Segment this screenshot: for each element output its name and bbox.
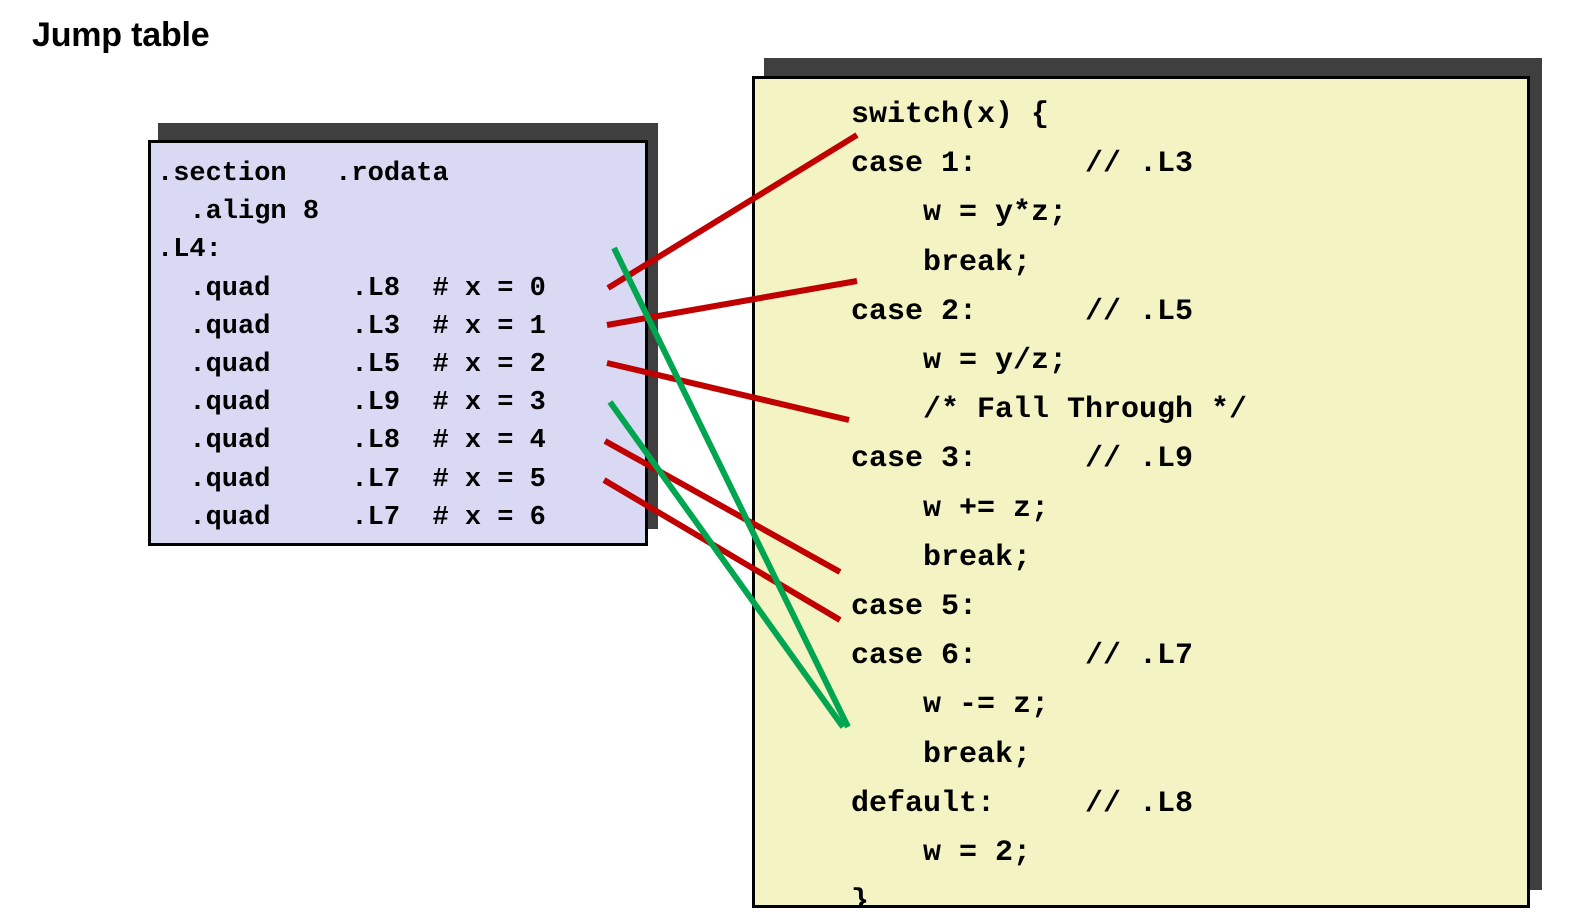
c-line: case 3: // .L9 (851, 442, 1194, 477)
asm-line: .quad .L7 # x = 6 (157, 502, 546, 533)
c-line: w += z; (851, 491, 1050, 526)
c-line: w = y*z; (851, 196, 1068, 231)
asm-line: .quad .L8 # x = 4 (157, 426, 546, 457)
page-title: Jump table (32, 16, 210, 54)
c-line: break; (851, 245, 1032, 280)
c-line: break; (851, 540, 1032, 575)
c-line: default: // .L8 (851, 786, 1194, 821)
c-line: } (851, 885, 870, 908)
c-line: w = y/z; (851, 344, 1068, 379)
c-line: switch(x) { (851, 98, 1050, 132)
asm-line: .quad .L8 # x = 0 (157, 273, 546, 304)
c-line: w -= z; (851, 688, 1050, 723)
slide-canvas: Jump table .section .rodata .align 8 .L4:… (0, 0, 1581, 916)
c-line: case 1: // .L3 (851, 147, 1194, 182)
c-line: case 5: (851, 590, 978, 625)
asm-line: .quad .L9 # x = 3 (157, 388, 546, 419)
asm-line: .quad .L5 # x = 2 (157, 350, 546, 381)
asm-line: .align 8 (157, 197, 320, 228)
c-line: case 6: // .L7 (851, 639, 1194, 674)
c-line: /* Fall Through */ (851, 393, 1248, 428)
asm-line: .quad .L7 # x = 5 (157, 464, 546, 495)
switch-source-box: switch(x) { case 1: // .L3 w = y*z; break… (752, 76, 1530, 908)
asm-line: .quad .L3 # x = 1 (157, 311, 546, 342)
asm-line: .L4: (157, 235, 222, 266)
asm-line: .section .rodata (157, 159, 449, 189)
jump-table-assembly-box: .section .rodata .align 8 .L4: .quad .L8 … (148, 140, 648, 546)
c-line: w = 2; (851, 836, 1032, 871)
c-line: break; (851, 737, 1032, 772)
c-line: case 2: // .L5 (851, 294, 1194, 329)
